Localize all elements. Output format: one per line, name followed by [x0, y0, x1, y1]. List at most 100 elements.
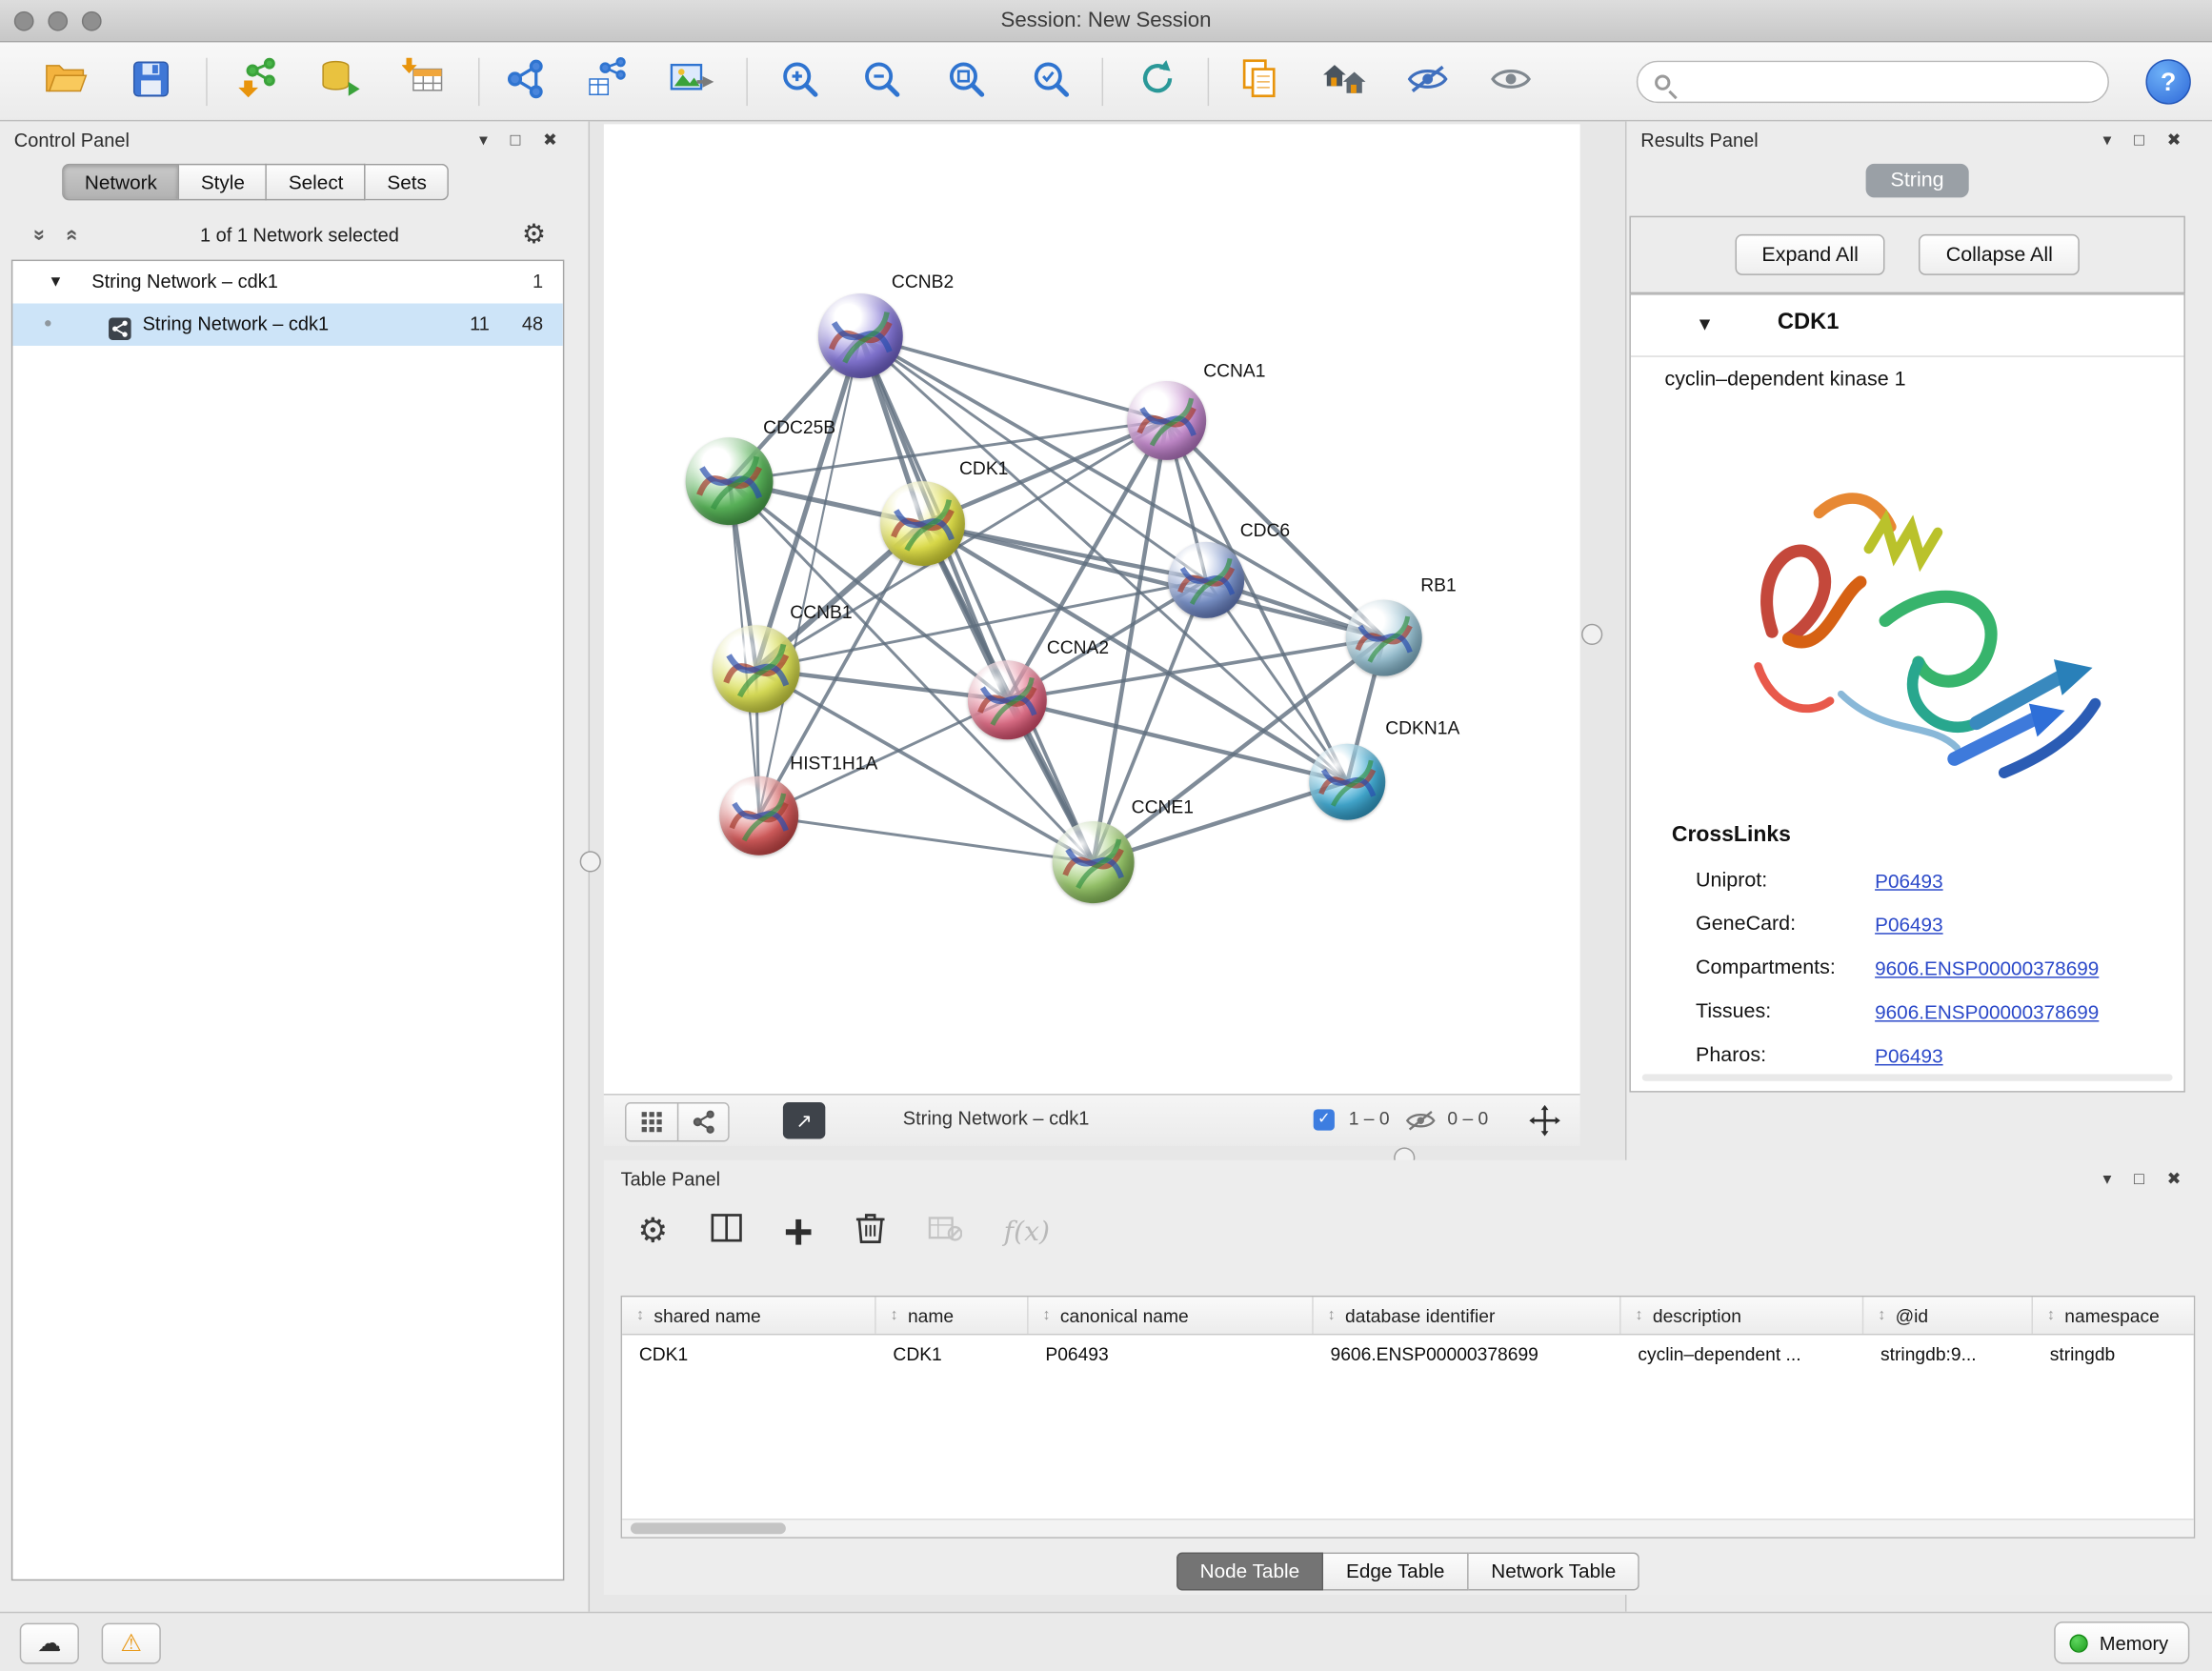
- crosslink-link[interactable]: P06493: [1875, 870, 1942, 893]
- copy-document-button[interactable]: [1232, 53, 1288, 110]
- network-node-HIST1H1A[interactable]: [719, 776, 798, 856]
- network-row-selected[interactable]: ● String Network – cdk1 11 48: [12, 304, 563, 346]
- table-settings-gear-icon[interactable]: ⚙: [637, 1211, 668, 1252]
- network-node-RB1[interactable]: [1346, 600, 1422, 676]
- right-splitter-handle[interactable]: [1581, 624, 1602, 645]
- zoom-fit-button[interactable]: [938, 53, 995, 110]
- panel-collapse-icon[interactable]: ▾: [479, 130, 488, 150]
- network-node-CCNA1[interactable]: [1127, 381, 1206, 460]
- show-graphics-button[interactable]: [1482, 53, 1538, 110]
- column-header[interactable]: ↕namespace: [2033, 1297, 2195, 1334]
- tab-node-table[interactable]: Node Table: [1176, 1553, 1323, 1591]
- fit-selected-button[interactable]: [1529, 1105, 1560, 1143]
- column-header[interactable]: ↕database identifier: [1314, 1297, 1621, 1334]
- panel-float-icon[interactable]: □: [2134, 1169, 2144, 1189]
- apply-layout-button[interactable]: [1129, 53, 1185, 110]
- cell-id[interactable]: stringdb:9...: [1863, 1335, 2033, 1373]
- panel-close-icon[interactable]: ✖: [543, 130, 557, 150]
- network-node-CDKN1A[interactable]: [1309, 744, 1385, 820]
- cloud-icon: ☁: [37, 1629, 61, 1658]
- network-view-button[interactable]: [677, 1103, 728, 1140]
- tab-network-table[interactable]: Network Table: [1469, 1553, 1640, 1591]
- crosslink-link[interactable]: P06493: [1875, 1044, 1942, 1067]
- left-splitter-handle[interactable]: [580, 851, 601, 872]
- cell-namespace[interactable]: stringdb: [2033, 1335, 2195, 1373]
- panel-float-icon[interactable]: □: [2134, 130, 2144, 150]
- zoom-in-button[interactable]: [772, 53, 828, 110]
- export-image-button[interactable]: [663, 53, 719, 110]
- network-node-CDC6[interactable]: [1168, 542, 1244, 618]
- network-node-CDC25B[interactable]: [686, 437, 774, 525]
- network-node-CCNB2[interactable]: [818, 293, 903, 378]
- new-network-from-table-button[interactable]: [578, 53, 634, 110]
- tab-network[interactable]: Network: [62, 164, 179, 201]
- tab-style[interactable]: Style: [180, 164, 268, 201]
- panel-collapse-icon[interactable]: ▾: [2103, 1169, 2112, 1189]
- gene-expander-icon[interactable]: ▼: [1696, 313, 1714, 334]
- cell-database-identifier[interactable]: 9606.ENSP00000378699: [1314, 1335, 1621, 1373]
- hide-selected-button[interactable]: [1399, 53, 1456, 110]
- collapse-all-button[interactable]: Collapse All: [1920, 234, 2080, 275]
- zoom-out-icon: [860, 57, 902, 107]
- status-bar: ☁ ⚠ Memory: [0, 1612, 2212, 1671]
- zoom-out-button[interactable]: [854, 53, 910, 110]
- show-all-views-button[interactable]: [1317, 53, 1373, 110]
- expand-all-button[interactable]: Expand All: [1735, 234, 1885, 275]
- panel-close-icon[interactable]: ✖: [2167, 1169, 2182, 1189]
- memory-status-dot: [2070, 1634, 2088, 1652]
- network-node-CDK1[interactable]: [880, 481, 965, 566]
- help-button[interactable]: ?: [2145, 59, 2190, 104]
- crosslink-link[interactable]: 9606.ENSP00000378699: [1875, 1000, 2099, 1023]
- crosslink-link[interactable]: P06493: [1875, 913, 1942, 936]
- network-collection-row[interactable]: ▼ String Network – cdk1 1: [12, 261, 563, 303]
- table-horizontal-scrollbar[interactable]: [622, 1519, 2194, 1537]
- import-network-database-button[interactable]: [311, 53, 367, 110]
- column-header[interactable]: ↕description: [1621, 1297, 1864, 1334]
- new-network-button[interactable]: [496, 53, 553, 110]
- zoom-selected-button[interactable]: [1023, 53, 1079, 110]
- tab-sets[interactable]: Sets: [366, 164, 449, 201]
- cell-canonical-name[interactable]: P06493: [1029, 1335, 1314, 1373]
- add-column-icon[interactable]: [784, 1218, 813, 1246]
- collapse-all-icon[interactable]: »: [30, 229, 50, 240]
- network-node-CCNB1[interactable]: [713, 625, 800, 713]
- network-canvas[interactable]: CCNB2CCNA1CDC25BCDK1CDC6RB1CCNB1CCNA2CDK…: [604, 124, 1580, 1094]
- results-scrollbar[interactable]: [1642, 1074, 2173, 1080]
- cell-shared-name[interactable]: CDK1: [622, 1335, 876, 1373]
- tab-edge-table[interactable]: Edge Table: [1323, 1553, 1468, 1591]
- expand-all-icon[interactable]: »: [61, 229, 82, 240]
- string-tab[interactable]: String: [1865, 164, 1969, 198]
- network-node-CCNE1[interactable]: [1053, 821, 1135, 903]
- gene-header-row[interactable]: ▼ CDK1: [1631, 295, 2184, 357]
- import-network-file-button[interactable]: [230, 53, 286, 110]
- column-header[interactable]: ↕shared name: [622, 1297, 876, 1334]
- tab-select[interactable]: Select: [268, 164, 367, 201]
- show-columns-icon[interactable]: [711, 1214, 742, 1249]
- table-row[interactable]: CDK1 CDK1 P06493 9606.ENSP00000378699 cy…: [622, 1335, 2195, 1373]
- image-export-icon: [669, 58, 714, 105]
- open-session-button[interactable]: [38, 53, 94, 110]
- search-input[interactable]: [1681, 71, 2090, 92]
- panel-float-icon[interactable]: □: [511, 130, 521, 150]
- column-header[interactable]: ↕canonical name: [1029, 1297, 1314, 1334]
- crosslink-link[interactable]: 9606.ENSP00000378699: [1875, 956, 2099, 979]
- hidden-eye-icon: [1405, 1109, 1437, 1138]
- birdseye-toggle-button[interactable]: ↗: [783, 1102, 825, 1139]
- column-header[interactable]: ↕@id: [1863, 1297, 2033, 1334]
- warnings-button[interactable]: ⚠: [102, 1623, 161, 1664]
- grid-view-button[interactable]: [627, 1103, 677, 1140]
- cell-name[interactable]: CDK1: [876, 1335, 1029, 1373]
- save-session-button[interactable]: [123, 53, 179, 110]
- tree-expander-icon[interactable]: ▼: [48, 261, 63, 303]
- delete-column-icon[interactable]: [855, 1211, 886, 1252]
- panel-collapse-icon[interactable]: ▾: [2103, 130, 2112, 150]
- import-table-file-button[interactable]: [395, 53, 452, 110]
- cloud-button[interactable]: ☁: [20, 1623, 79, 1664]
- column-header[interactable]: ↕name: [876, 1297, 1029, 1334]
- cell-description[interactable]: cyclin–dependent ...: [1621, 1335, 1864, 1373]
- network-node-CCNA2[interactable]: [968, 660, 1047, 739]
- memory-button[interactable]: Memory: [2055, 1621, 2190, 1663]
- scrollbar-thumb[interactable]: [631, 1522, 786, 1534]
- panel-close-icon[interactable]: ✖: [2167, 130, 2182, 150]
- gear-icon[interactable]: ⚙: [522, 218, 546, 251]
